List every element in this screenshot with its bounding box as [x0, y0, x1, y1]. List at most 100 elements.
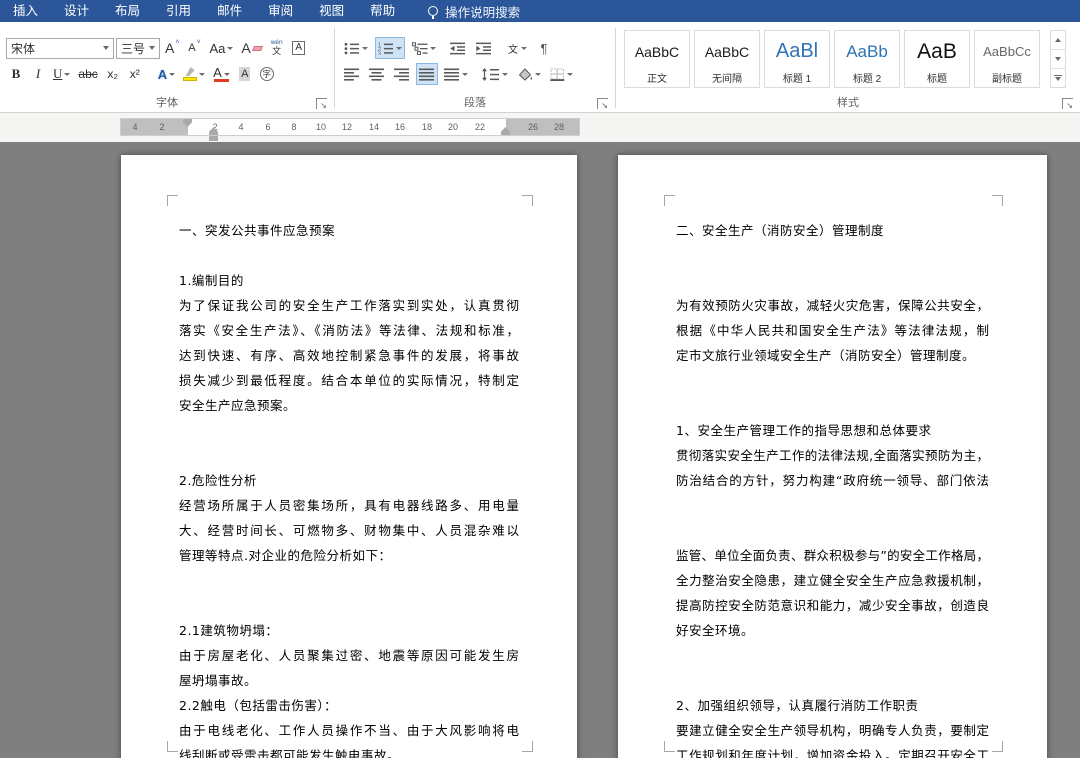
enclose-characters-button[interactable]: 字 [257, 63, 277, 85]
text-line[interactable]: 线刮断或受雷击都可能发生触电事故。 [179, 743, 519, 758]
text-line[interactable]: 根据《中华人民共和国安全生产法》等法律法规，制 [676, 318, 989, 343]
text-line[interactable]: 为有效预防火灾事故，减轻火灾危害，保障公共安全， [676, 293, 989, 318]
tab-view[interactable]: 视图 [306, 0, 357, 22]
text-line[interactable] [676, 643, 989, 668]
horizontal-ruler[interactable]: 4 2 2 4 6 8 10 12 14 16 18 20 22 26 28 [121, 119, 579, 141]
tab-help[interactable]: 帮助 [357, 0, 408, 22]
text-effects-button[interactable]: A [155, 63, 178, 85]
underline-button[interactable]: U [50, 63, 73, 85]
increase-indent-button[interactable] [473, 37, 495, 59]
page-1[interactable]: 一、突发公共事件应急预案 1.编制目的 为了保证我公司的安全生产工作落实到实处，… [121, 155, 577, 758]
text-line[interactable]: 2.1建筑物坍塌： [179, 618, 519, 643]
highlight-color-button[interactable] [180, 63, 208, 85]
phonetic-guide-button[interactable]: wén 文 [267, 37, 287, 59]
text-line[interactable]: 由于电线老化、工作人员操作不当、由于大风影响将电 [179, 718, 519, 743]
text-line[interactable]: 二、安全生产（消防安全）管理制度 [676, 218, 989, 243]
align-right-button[interactable] [391, 63, 413, 85]
tell-me-search[interactable]: 操作说明搜索 [428, 2, 520, 21]
paragraph-dialog-launcher[interactable]: ↘ [597, 98, 608, 110]
text-line[interactable]: 为了保证我公司的安全生产工作落实到实处，认真贯彻 [179, 293, 519, 318]
tab-references[interactable]: 引用 [153, 0, 204, 22]
text-line[interactable]: 经营场所属于人员密集场所，具有电器线路多、用电量 [179, 493, 519, 518]
font-color-button[interactable]: A [210, 63, 233, 85]
superscript-button[interactable]: x² [125, 63, 145, 85]
text-line[interactable]: 损失减少到最低程度。结合本单位的实际情况，特制定 [179, 368, 519, 393]
styles-more-button[interactable] [1051, 69, 1065, 87]
styles-scroll-up-button[interactable] [1051, 31, 1065, 50]
distribute-button[interactable] [441, 63, 471, 85]
decrease-indent-button[interactable] [447, 37, 469, 59]
text-line[interactable] [676, 668, 989, 693]
text-line[interactable] [676, 243, 989, 268]
tab-review[interactable]: 审阅 [255, 0, 306, 22]
italic-button[interactable]: I [28, 63, 48, 85]
style-card-normal[interactable]: AaBbC 正文 [624, 30, 690, 88]
text-line[interactable] [179, 568, 519, 593]
line-spacing-button[interactable] [479, 63, 511, 85]
tab-design[interactable]: 设计 [51, 0, 102, 22]
text-line[interactable]: 定市文旅行业领域安全生产（消防安全）管理制度。 [676, 343, 989, 368]
shading-button[interactable] [514, 63, 544, 85]
text-line[interactable] [179, 443, 519, 468]
text-line[interactable]: 落实《安全生产法》、《消防法》等法律、法规和标准， [179, 318, 519, 343]
style-card-subtitle[interactable]: AaBbCc 副标题 [974, 30, 1040, 88]
align-center-button[interactable] [366, 63, 388, 85]
sort-button[interactable]: 文 [505, 37, 530, 59]
borders-button[interactable] [547, 63, 576, 85]
tab-insert[interactable]: 插入 [0, 0, 51, 22]
font-dialog-launcher[interactable]: ↘ [316, 98, 327, 110]
text-line[interactable]: 2.危险性分析 [179, 468, 519, 493]
tab-layout[interactable]: 布局 [102, 0, 153, 22]
text-line[interactable] [676, 518, 989, 543]
page-2[interactable]: 二、安全生产（消防安全）管理制度 为有效预防火灾事故，减轻火灾危害，保障公共安全… [618, 155, 1047, 758]
show-marks-button[interactable]: ¶ [534, 37, 554, 59]
text-line[interactable]: 提高防控安全防范意识和能力，减少安全事故，创造良 [676, 593, 989, 618]
text-line[interactable]: 大、经营时间长、可燃物多、财物集中、人员混杂难以 [179, 518, 519, 543]
justify-button[interactable] [416, 63, 438, 85]
clear-formatting-button[interactable]: A [238, 37, 264, 59]
text-line[interactable]: 要建立健全安全生产领导机构，明确专人负责，要制定 [676, 718, 989, 743]
text-line[interactable]: 好安全环境。 [676, 618, 989, 643]
text-line[interactable] [179, 243, 519, 268]
tab-mailings[interactable]: 邮件 [204, 0, 255, 22]
text-line[interactable]: 1、安全生产管理工作的指导思想和总体要求 [676, 418, 989, 443]
text-line[interactable] [676, 493, 989, 518]
multilevel-list-button[interactable] [409, 37, 439, 59]
style-card-title[interactable]: AaB 标题 [904, 30, 970, 88]
text-line[interactable]: 安全生产应急预案。 [179, 393, 519, 418]
style-card-heading1[interactable]: AaBl 标题 1 [764, 30, 830, 88]
text-line[interactable] [179, 418, 519, 443]
strikethrough-button[interactable]: abc [75, 63, 100, 85]
styles-scroll-down-button[interactable] [1051, 50, 1065, 69]
text-line[interactable] [179, 593, 519, 618]
text-line[interactable]: 防治结合的方针，努力构建“政府统一领导、部门依法 [676, 468, 989, 493]
text-line[interactable]: 全力整治安全隐患，建立健全安全生产应急救援机制， [676, 568, 989, 593]
text-line[interactable] [676, 368, 989, 393]
text-line[interactable]: 一、突发公共事件应急预案 [179, 218, 519, 243]
text-line[interactable]: 监管、单位全面负责、群众积极参与”的安全工作格局， [676, 543, 989, 568]
text-line[interactable]: 贯彻落实安全生产工作的法律法规,全面落实预防为主， [676, 443, 989, 468]
font-name-combobox[interactable]: 宋体 [6, 37, 114, 59]
text-line[interactable] [676, 393, 989, 418]
style-card-no-spacing[interactable]: AaBbC 无间隔 [694, 30, 760, 88]
text-line[interactable]: 2.2触电（包括雷击伤害）： [179, 693, 519, 718]
numbering-button[interactable]: 123 [375, 37, 405, 59]
text-line[interactable]: 2、加强组织领导，认真履行消防工作职责 [676, 693, 989, 718]
align-left-button[interactable] [341, 63, 363, 85]
style-card-heading2[interactable]: AaBb 标题 2 [834, 30, 900, 88]
grow-font-button[interactable]: A ˄ [162, 37, 182, 59]
text-line[interactable]: 管理等特点.对企业的危险分析如下： [179, 543, 519, 568]
shrink-font-button[interactable]: A ˅ [184, 37, 204, 59]
text-line[interactable]: 由于房屋老化、人员聚集过密、地震等原因可能发生房 [179, 643, 519, 668]
text-line[interactable]: 1.编制目的 [179, 268, 519, 293]
character-shading-button[interactable]: A [235, 63, 255, 85]
text-line[interactable] [676, 268, 989, 293]
character-border-button[interactable]: A [289, 37, 309, 59]
bullets-button[interactable] [341, 37, 371, 59]
subscript-button[interactable]: x₂ [103, 63, 123, 85]
left-indent-marker[interactable] [209, 136, 218, 141]
bold-button[interactable]: B [6, 63, 26, 85]
text-line[interactable]: 达到快速、有序、高效地控制紧急事件的发展，将事故 [179, 343, 519, 368]
text-line[interactable]: 屋坍塌事故。 [179, 668, 519, 693]
change-case-button[interactable]: Aa [206, 37, 236, 59]
